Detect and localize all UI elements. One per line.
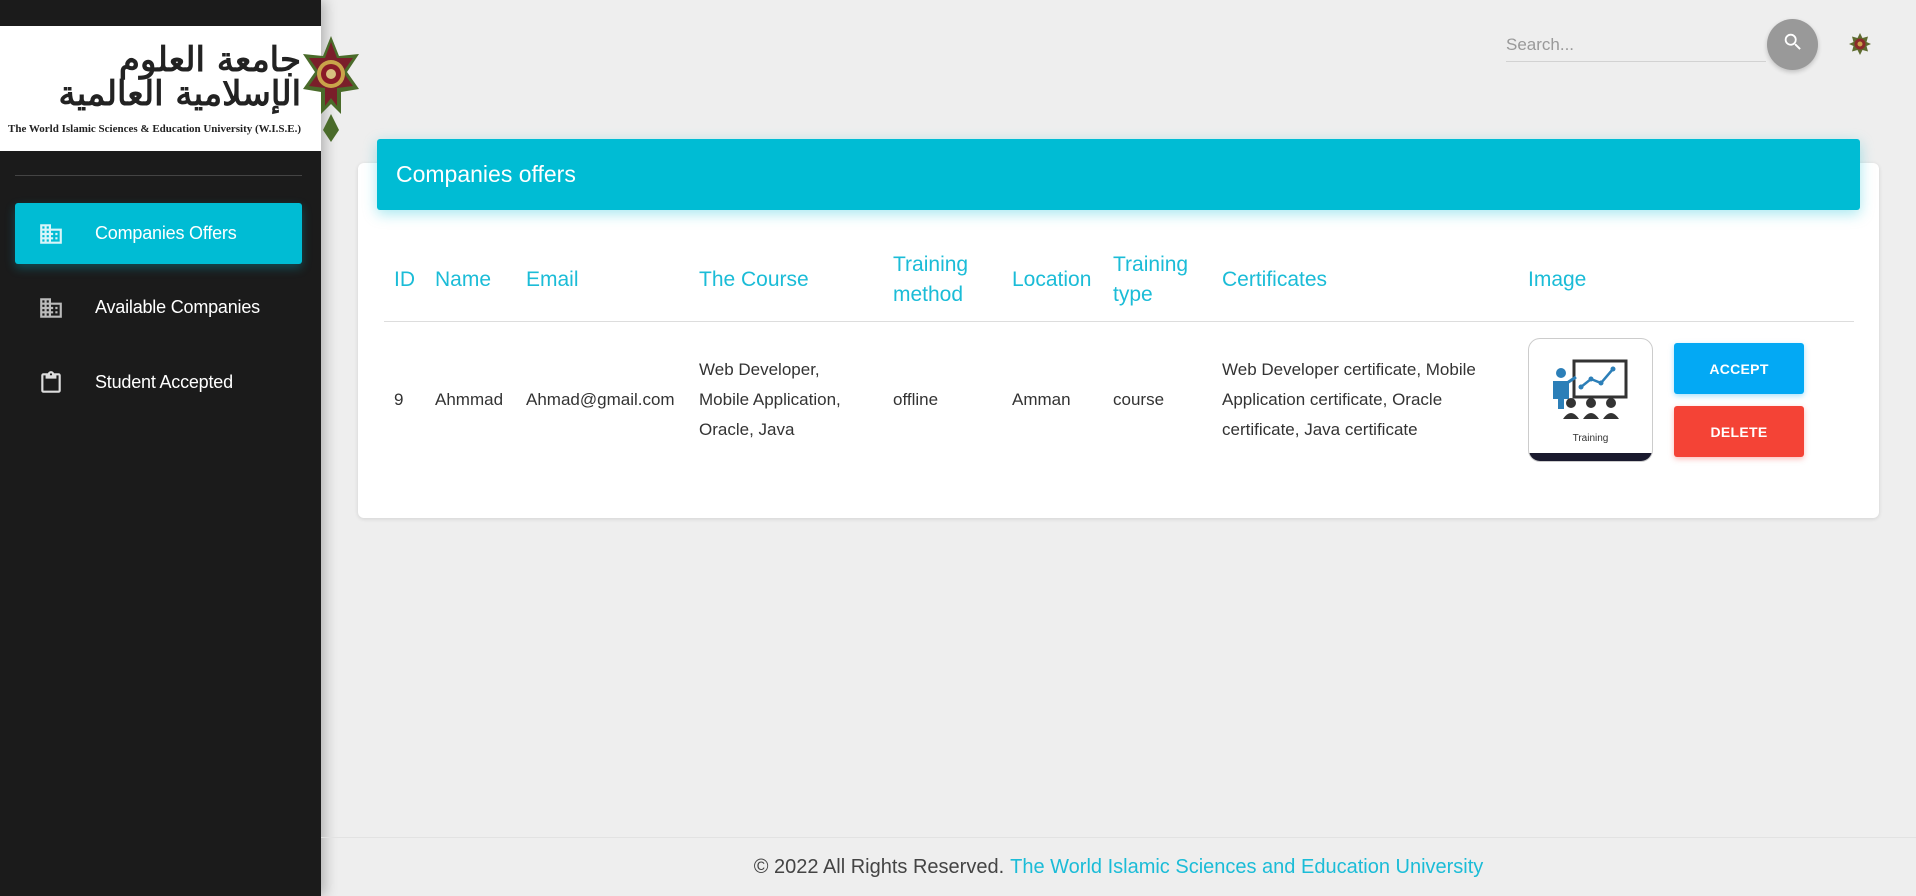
building-icon (37, 220, 65, 248)
search-input[interactable] (1506, 28, 1766, 61)
sidebar-item-label: Available Companies (95, 297, 260, 317)
seal-icon[interactable] (1847, 31, 1873, 57)
search-button[interactable] (1767, 19, 1818, 70)
university-logo[interactable]: جامعة العلوم الإسلامية العالمية The Worl… (0, 26, 360, 151)
table-row: 9 Ahmmad Ahmad@gmail.com Web Developer, … (384, 321, 1854, 479)
accept-button[interactable]: ACCEPT (1674, 343, 1804, 395)
image-caption: Training (1572, 433, 1609, 445)
footer: © 2022 All Rights Reserved. The World Is… (321, 837, 1916, 896)
column-header-name: Name (425, 240, 516, 322)
column-header-image: Image (1518, 240, 1664, 322)
footer-copyright: © 2022 All Rights Reserved. (753, 855, 1005, 878)
logo-text: جامعة العلوم الإسلامية العالمية The Worl… (8, 39, 302, 135)
column-header-certificates: Certificates (1212, 240, 1518, 322)
cell-email: Ahmad@gmail.com (526, 390, 675, 410)
clipboard-icon (37, 369, 65, 397)
sidebar-item-student-accepted[interactable]: Student Accepted (15, 352, 302, 413)
card-title: Companies offers (396, 161, 576, 187)
column-header-location: Location (1002, 240, 1103, 322)
column-header-course: The Course (689, 240, 883, 322)
cell-location: Amman (1012, 390, 1071, 410)
column-header-actions (1664, 240, 1854, 322)
sidebar-item-companies-offers[interactable]: Companies Offers (15, 203, 302, 264)
column-header-email: Email (516, 240, 689, 322)
cell-course: Web Developer, Mobile Application, Oracl… (699, 360, 841, 440)
table-header-row: ID Name Email The Course Training method… (384, 240, 1854, 322)
cell-name: Ahmmad (435, 390, 504, 410)
logo-arabic-text: جامعة العلوم الإسلامية العالمية (58, 39, 302, 114)
offers-table: ID Name Email The Course Training method… (384, 240, 1854, 479)
building-icon (37, 294, 65, 322)
search-field (1506, 28, 1766, 62)
sidebar-item-available-companies[interactable]: Available Companies (15, 277, 302, 338)
cell-image: Training (1518, 321, 1664, 479)
cell-certificates: Web Developer certificate, Mobile Applic… (1222, 360, 1476, 440)
sidebar-item-label: Student Accepted (95, 372, 233, 392)
image-footer-strip (1529, 453, 1652, 462)
logo-english-text: The World Islamic Sciences & Education U… (8, 122, 302, 135)
search-icon (1782, 31, 1804, 58)
training-image[interactable]: Training (1528, 338, 1653, 463)
sidebar: جامعة العلوم الإسلامية العالمية The Worl… (0, 0, 360, 896)
cell-actions: ACCEPT DELETE (1664, 321, 1854, 479)
column-header-id: ID (384, 240, 425, 322)
cell-training-method: offline (893, 390, 939, 410)
sidebar-topbar (0, 0, 321, 26)
cell-training-type: course (1113, 390, 1165, 410)
card-header: Companies offers (377, 139, 1860, 210)
column-header-training-type: Training type (1103, 240, 1212, 322)
footer-university-link[interactable]: The World Islamic Sciences and Education… (1010, 856, 1483, 879)
sidebar-item-label: Companies Offers (95, 223, 237, 243)
university-seal-icon (301, 34, 361, 144)
cell-id: 9 (394, 390, 404, 410)
column-header-training-method: Training method (883, 240, 1002, 322)
delete-button[interactable]: DELETE (1674, 406, 1804, 458)
sidebar-divider (15, 175, 302, 176)
